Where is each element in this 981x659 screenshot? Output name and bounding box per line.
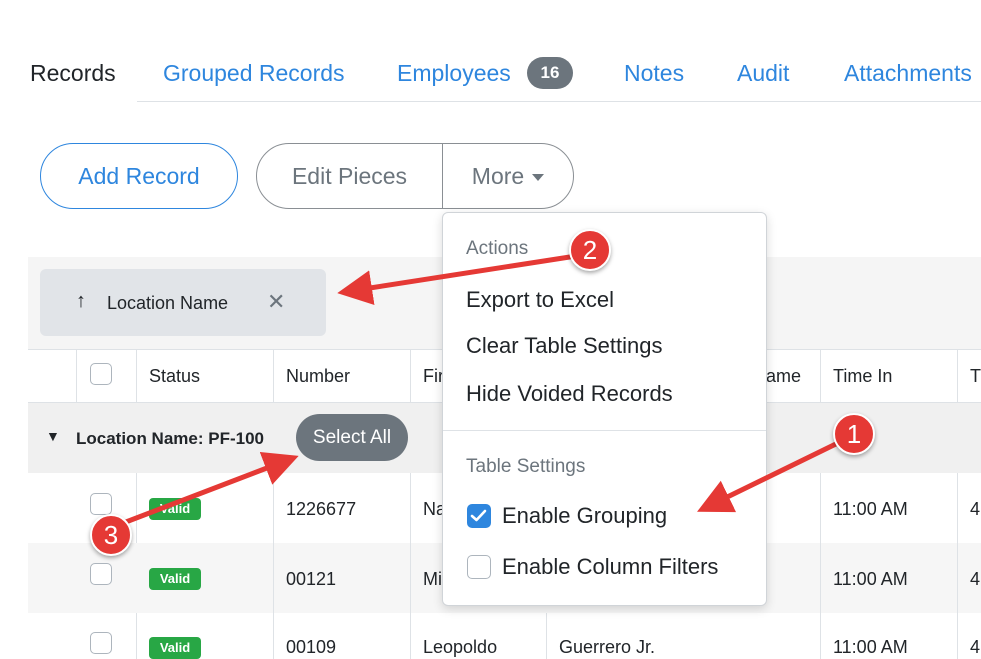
cell-first-name: Leopoldo [423,637,498,657]
caret-down-icon [532,173,545,181]
menu-header-table-settings: Table Settings [466,456,586,477]
status-badge: Valid [149,568,201,590]
menu-header-actions: Actions [466,238,529,259]
column-divider [957,349,958,403]
add-record-button[interactable]: Add Record [40,143,238,209]
select-all-checkbox[interactable] [90,363,112,385]
column-divider [957,473,958,659]
cell-time-out: 4 [970,637,981,657]
tabs-underline [137,101,981,102]
up-arrow-icon[interactable]: ↑ [76,290,86,313]
tab-records[interactable]: Records [30,60,116,87]
menu-item-clear-table-settings[interactable]: Clear Table Settings [466,333,663,359]
collapse-triangle-icon[interactable]: ▼ [46,428,60,444]
cell-time-out: 4 [970,569,981,589]
select-all-button[interactable]: Select All [296,414,408,461]
employees-count-badge: 16 [527,57,573,89]
cell-number: 00109 [286,637,337,657]
tab-notes[interactable]: Notes [624,60,684,87]
status-badge: Valid [149,498,201,520]
column-header-last-name[interactable]: ame [766,366,801,387]
column-header-status[interactable]: Status [149,366,200,387]
column-header-number[interactable]: Number [286,366,350,387]
column-divider [273,473,274,659]
group-chip-label: Location Name [107,293,229,313]
status-badge: Valid [149,637,201,659]
close-icon[interactable]: ✕ [267,289,285,315]
enable-column-filters-checkbox[interactable] [467,555,491,579]
menu-divider [443,430,766,431]
checkmark-icon [470,509,487,522]
cell-number: 00121 [286,569,337,589]
enable-column-filters-label[interactable]: Enable Column Filters [502,554,718,580]
tab-attachments[interactable]: Attachments [844,60,972,87]
select-all-label: Select All [312,426,392,448]
cell-last-name: Guerrero Jr. [559,637,656,657]
menu-item-hide-voided[interactable]: Hide Voided Records [466,381,673,407]
column-divider [820,349,821,403]
annotation-marker-2: 2 [569,229,611,271]
column-header-time-out[interactable]: T [970,366,981,387]
enable-grouping-label[interactable]: Enable Grouping [502,503,667,529]
tab-audit[interactable]: Audit [737,60,789,87]
cell-time-out: 4 [970,499,981,519]
enable-grouping-checkbox[interactable] [467,504,491,528]
more-label: More [471,162,525,189]
column-header-time-in[interactable]: Time In [833,366,892,387]
column-divider [546,613,547,659]
row-checkbox[interactable] [90,493,112,515]
group-label: Location Name: PF-100 [76,429,264,448]
column-divider [820,473,821,659]
row-checkbox[interactable] [90,632,112,654]
add-record-label: Add Record [78,162,200,189]
tab-grouped-records[interactable]: Grouped Records [163,60,345,87]
annotation-marker-3: 3 [90,514,132,556]
tab-employees[interactable]: Employees [397,60,511,87]
column-divider [410,349,411,403]
edit-pieces-label: Edit Pieces [291,162,408,189]
annotation-marker-1: 1 [833,413,875,455]
column-divider [273,349,274,403]
cell-time-in: 11:00 AM [833,569,908,589]
edit-pieces-button[interactable]: Edit Pieces [256,143,443,209]
menu-item-export-excel[interactable]: Export to Excel [466,287,614,313]
column-divider [76,349,77,403]
column-divider [410,473,411,659]
column-header-first-name[interactable]: Fir [423,366,444,387]
row-checkbox[interactable] [90,563,112,585]
cell-number: 1226677 [286,499,357,519]
cell-time-in: 11:00 AM [833,637,908,657]
cell-first-name: Mi [423,569,442,589]
more-dropdown-button[interactable]: More [442,143,574,209]
cell-time-in: 11:00 AM [833,499,908,519]
more-dropdown-menu [442,212,767,606]
